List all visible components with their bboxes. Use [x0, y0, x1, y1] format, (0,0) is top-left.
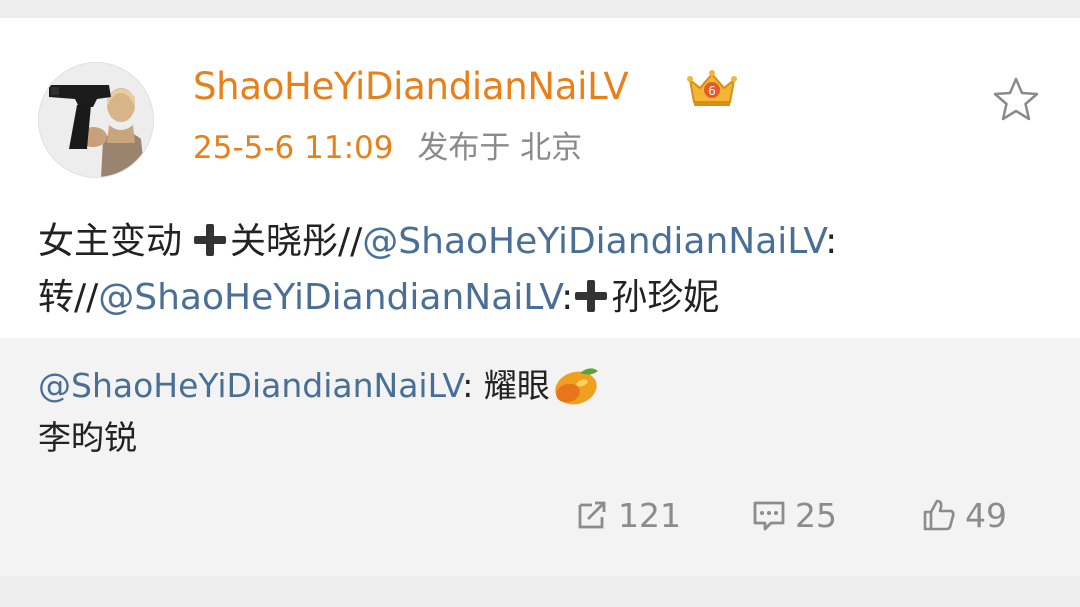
svg-text:6: 6	[708, 84, 716, 98]
retweet-mention[interactable]: @ShaoHeYiDiandianNaiLV	[38, 366, 462, 405]
plus-icon	[575, 280, 608, 312]
mention-link[interactable]: @ShaoHeYiDiandianNaiLV	[362, 221, 825, 262]
post-meta: 25-5-6 11:09 发布于 北京	[193, 124, 582, 172]
post-content-line-2: 转//@ShaoHeYiDiandianNaiLV: 孙珍妮	[38, 270, 1048, 326]
colon: :	[561, 277, 574, 318]
retweet-line-1: @ShaoHeYiDiandianNaiLV: 耀眼	[38, 360, 1038, 412]
post-content: 女主变动 关晓彤//@ShaoHeYiDiandianNaiLV: 转//@Sha…	[38, 214, 1048, 326]
avatar[interactable]	[38, 62, 154, 178]
post-content-line-1: 女主变动 关晓彤//@ShaoHeYiDiandianNaiLV:	[38, 214, 1048, 270]
mention-link[interactable]: @ShaoHeYiDiandianNaiLV	[98, 277, 561, 318]
post-location: 发布于 北京	[417, 130, 583, 166]
retweet-content: @ShaoHeYiDiandianNaiLV: 耀眼 李昀锐	[38, 360, 1038, 464]
post-timestamp: 25-5-6 11:09	[193, 130, 394, 166]
comment-count: 25	[795, 495, 837, 535]
comment-button[interactable]: 25	[751, 490, 837, 540]
content-prefix: 转//	[38, 277, 99, 318]
like-count: 49	[965, 495, 1007, 535]
retweet-line-2: 李昀锐	[38, 418, 137, 457]
like-button[interactable]: 49	[921, 490, 1007, 540]
retweet-text: : 耀眼	[462, 366, 550, 405]
plus-icon	[194, 224, 227, 256]
thumbs-up-icon	[923, 499, 955, 531]
vip-crown-icon: 6	[686, 68, 738, 108]
action-bar: 121 25 49	[0, 490, 1080, 540]
content-text: 女主变动	[38, 221, 183, 262]
colon: :	[825, 221, 838, 262]
username[interactable]: ShaoHeYiDiandianNaiLV	[193, 62, 629, 112]
mango-icon	[550, 363, 600, 407]
repost-icon	[578, 501, 606, 529]
star-icon[interactable]	[990, 74, 1042, 126]
repost-count: 121	[618, 495, 681, 535]
repost-button[interactable]: 121	[574, 490, 681, 540]
content-name: 关晓彤//	[230, 221, 363, 262]
bottom-divider	[0, 576, 1080, 607]
comment-icon	[753, 501, 785, 531]
retweet-card[interactable]: @ShaoHeYiDiandianNaiLV: 耀眼 李昀锐 121 25 49	[0, 338, 1080, 576]
content-name: 孙珍妮	[611, 277, 720, 318]
avatar-image	[39, 63, 153, 177]
